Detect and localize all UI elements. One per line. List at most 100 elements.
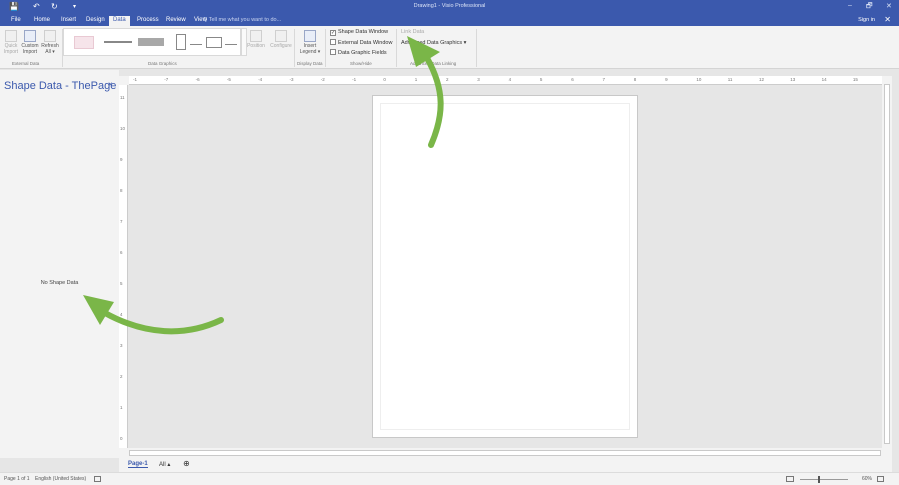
gallery-item-line[interactable] [104, 41, 132, 43]
title-bar: 💾 ↶ ↻ ▾ Drawing1 - Visio Professional – … [0, 0, 899, 14]
ribbon-tab-bar: File Home Insert Design Data Process Rev… [0, 14, 899, 26]
close-icon[interactable]: ✕ [884, 15, 891, 24]
shape-data-window-checkbox[interactable]: ✓ Shape Data Window [330, 29, 388, 36]
ruler-tick-label: 2 [120, 374, 123, 379]
ruler-tick-label: -4 [258, 77, 263, 82]
ruler-tick-label: 7 [120, 219, 123, 224]
page-count[interactable]: Page 1 of 1 [4, 476, 30, 482]
ruler-tick-label: 8 [633, 77, 637, 82]
drawing-page[interactable] [372, 95, 638, 438]
shape-data-panel: Shape Data - ThePage × No Shape Data [0, 70, 119, 458]
ruler-tick-label: 1 [120, 405, 123, 410]
group-label-data-graphics: Data Graphics [148, 61, 177, 66]
group-label-display-data: Display Data [297, 61, 323, 66]
page-tab-page-1[interactable]: Page-1 [128, 461, 148, 468]
ruler-tick-label: 7 [602, 77, 606, 82]
ruler-tick-label: 15 [852, 77, 858, 82]
panel-close-button[interactable]: × [108, 80, 113, 89]
ruler-tick-label: 13 [790, 77, 796, 82]
ruler-tick-label: 9 [120, 157, 123, 162]
minimize-button[interactable]: – [848, 2, 852, 9]
gallery-item-bar[interactable] [138, 38, 164, 46]
tab-design[interactable]: Design [82, 16, 109, 26]
horizontal-scrollbar[interactable] [119, 448, 892, 458]
refresh-all-button[interactable]: Refresh All ▾ [40, 30, 60, 55]
advanced-data-graphics-button[interactable]: Advanced Data Graphics ▾ [401, 40, 466, 46]
custom-import-icon [24, 30, 36, 42]
tab-process[interactable]: Process [133, 16, 163, 26]
vertical-scrollbar[interactable] [882, 76, 892, 448]
ruler-tick-label: 2 [446, 77, 449, 82]
close-window-button[interactable]: ✕ [886, 2, 892, 10]
ribbon: Quick Import Custom Import Refresh All ▾… [0, 26, 899, 69]
ruler-tick-label: 9 [665, 77, 668, 82]
tab-file[interactable]: File [7, 16, 25, 26]
group-label-external-data: External Data [12, 61, 40, 66]
ruler-tick-label: 6 [571, 77, 574, 82]
no-shape-data-text: No Shape Data [40, 280, 79, 286]
ruler-tick-label: 11 [727, 77, 733, 82]
ruler-tick-label: -7 [164, 77, 169, 82]
tell-me-search[interactable]: Q Tell me what you want to do... [203, 17, 281, 23]
ruler-tick-label: 0 [383, 77, 386, 82]
restore-button[interactable]: 🗗 [866, 2, 873, 13]
ruler-tick-label: -6 [195, 77, 200, 82]
all-pages-button[interactable]: All ▴ [159, 461, 170, 468]
configure-button[interactable]: Configure [268, 30, 294, 49]
group-divider [396, 29, 397, 67]
group-divider [476, 29, 477, 67]
ruler-tick-label: 3 [120, 343, 123, 348]
configure-icon [275, 30, 287, 42]
group-divider [294, 29, 295, 67]
tab-insert[interactable]: Insert [57, 16, 80, 26]
ruler-tick-label: 3 [477, 77, 480, 82]
sign-in-link[interactable]: Sign in [858, 17, 875, 23]
fit-page-icon[interactable] [877, 476, 884, 482]
zoom-slider[interactable] [800, 479, 848, 480]
ruler-corner [119, 76, 129, 85]
tab-home[interactable]: Home [30, 16, 54, 26]
position-button[interactable]: Position [245, 30, 267, 49]
ruler-tick-label: 0 [120, 436, 123, 441]
custom-import-button[interactable]: Custom Import [20, 30, 40, 55]
macro-record-icon[interactable] [94, 476, 101, 482]
data-graphics-gallery[interactable] [63, 28, 241, 56]
vertical-scroll-thumb[interactable] [884, 84, 890, 444]
checkbox-icon [330, 39, 336, 45]
language-indicator[interactable]: English (United States) [35, 476, 86, 482]
horizontal-ruler[interactable]: -1-7-6-5-4-3-2-1012345678910111213141516 [129, 76, 882, 85]
data-graphic-fields-checkbox[interactable]: Data Graphic Fields [330, 49, 387, 56]
panel-title: Shape Data - ThePage [4, 80, 117, 92]
gallery-item-envelope[interactable] [206, 37, 222, 48]
gallery-item-text[interactable] [74, 36, 94, 49]
gallery-item-dash[interactable] [190, 44, 202, 45]
quick-import-icon [5, 30, 17, 42]
vertical-ruler[interactable]: 11 10 9 8 7 6 5 4 3 2 1 0 [119, 85, 128, 448]
ruler-tick-label: -2 [320, 77, 325, 82]
presentation-mode-icon[interactable] [786, 476, 794, 482]
add-page-icon[interactable]: ⊕ [183, 459, 190, 468]
ruler-tick-label: 1 [414, 77, 418, 82]
gallery-item-dash-2[interactable] [225, 44, 237, 45]
insert-legend-button[interactable]: Insert Legend ▾ [297, 30, 323, 55]
ruler-tick-label: 10 [120, 126, 126, 131]
zoom-level[interactable]: 60% [862, 476, 872, 482]
gallery-item-phone[interactable] [176, 34, 186, 50]
ruler-tick-label: 11 [120, 95, 125, 100]
checkbox-checked-icon: ✓ [330, 30, 336, 36]
ruler-tick-label: -5 [226, 77, 231, 82]
external-data-window-checkbox[interactable]: External Data Window [330, 39, 392, 46]
horizontal-scroll-thumb[interactable] [129, 450, 881, 456]
ruler-tick-label: -3 [289, 77, 294, 82]
tab-data[interactable]: Data [109, 16, 130, 26]
quick-import-button[interactable]: Quick Import [2, 30, 20, 55]
position-icon [250, 30, 262, 42]
tab-review[interactable]: Review [162, 16, 190, 26]
status-bar: Page 1 of 1 English (United States) 60% [0, 472, 899, 485]
zoom-slider-thumb[interactable] [818, 476, 820, 483]
ruler-tick-label: 4 [508, 77, 512, 82]
ruler-tick-label: 4 [120, 312, 123, 317]
link-data-button[interactable]: Link Data [401, 29, 424, 35]
window-title: Drawing1 - Visio Professional [413, 3, 486, 9]
ruler-tick-label: 5 [539, 77, 543, 82]
